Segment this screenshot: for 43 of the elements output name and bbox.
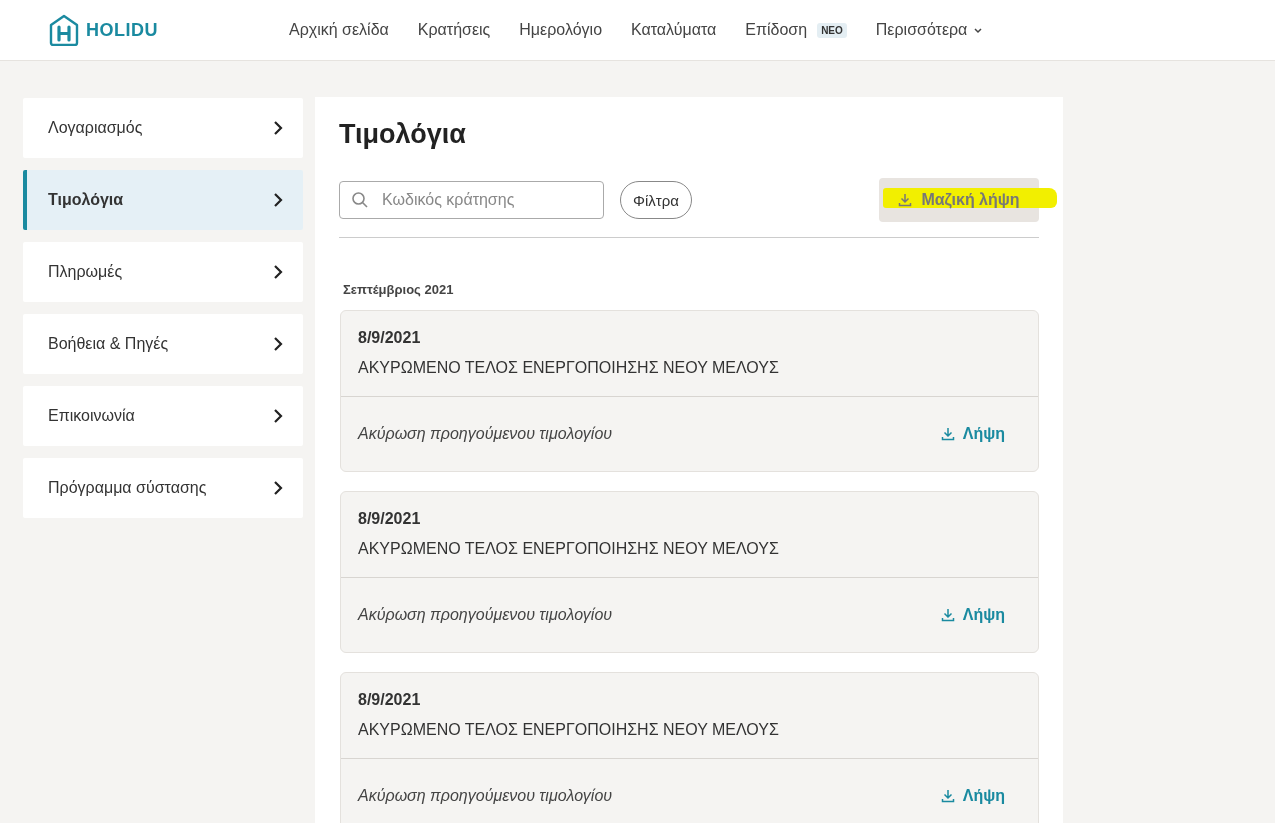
page-title: Τιμολόγια — [339, 119, 467, 150]
chevron-right-icon — [273, 192, 283, 208]
nav-link[interactable]: Ημερολόγιο — [519, 21, 603, 39]
invoice-note: Ακύρωση προηγούμενου τιμολογίου — [358, 606, 613, 624]
chevron-right-icon — [273, 336, 283, 352]
download-icon — [898, 193, 913, 207]
nav-link[interactable]: Καταλύματα — [631, 21, 717, 39]
brand-name[interactable]: HOLIDU — [86, 19, 158, 41]
download-icon — [940, 789, 955, 803]
sidebar-item[interactable]: Πληρωμές — [23, 242, 303, 302]
invoice-note: Ακύρωση προηγούμενου τιμολογίου — [358, 425, 613, 443]
new-badge: ΝΕΟ — [817, 22, 847, 38]
chevron-right-icon — [273, 480, 283, 496]
invoice-date: 8/9/2021 — [358, 329, 422, 347]
download-icon — [940, 427, 955, 441]
invoice-title: ΑΚΥΡΩΜΕΝΟ ΤΕΛΟΣ ΕΝΕΡΓΟΠΟΙΗΣΗΣ ΝΕΟΥ ΜΕΛΟΥΣ — [358, 721, 780, 739]
sidebar-item[interactable]: Επικοινωνία — [23, 386, 303, 446]
nav-link[interactable]: Αρχική σελίδα — [289, 21, 389, 39]
filter-button[interactable]: Φίλτρα — [620, 181, 692, 219]
invoice-date: 8/9/2021 — [358, 691, 422, 709]
bulk-download-button[interactable]: Μαζική λήψη — [879, 178, 1039, 222]
invoice-note: Ακύρωση προηγούμενου τιμολογίου — [358, 787, 613, 805]
download-icon — [940, 608, 955, 622]
nav-link[interactable]: Επίδοση ΝΕΟ — [745, 21, 847, 39]
sidebar-item[interactable]: Βοήθεια & Πηγές — [23, 314, 303, 374]
chevron-right-icon — [273, 264, 283, 280]
sidebar-item[interactable]: Τιμολόγια — [23, 170, 303, 230]
download-link[interactable]: Λήψη — [940, 787, 1005, 805]
month-heading: Σεπτέμβριος 2021 — [343, 282, 455, 297]
sidebar-item[interactable]: Πρόγραμμα σύστασης — [23, 458, 303, 518]
download-link[interactable]: Λήψη — [940, 425, 1005, 443]
nav-link[interactable]: Κρατήσεις — [417, 21, 491, 39]
search-icon — [351, 191, 369, 209]
nav-link[interactable]: Περισσότερα — [875, 21, 984, 39]
house-logo-icon[interactable] — [49, 14, 79, 46]
invoice-date: 8/9/2021 — [358, 510, 422, 528]
chevron-right-icon — [273, 120, 283, 136]
sidebar-item[interactable]: Λογαριασμός — [23, 98, 303, 158]
invoice-title: ΑΚΥΡΩΜΕΝΟ ΤΕΛΟΣ ΕΝΕΡΓΟΠΟΙΗΣΗΣ ΝΕΟΥ ΜΕΛΟΥΣ — [358, 359, 780, 377]
chevron-right-icon — [273, 408, 283, 424]
invoice-title: ΑΚΥΡΩΜΕΝΟ ΤΕΛΟΣ ΕΝΕΡΓΟΠΟΙΗΣΗΣ ΝΕΟΥ ΜΕΛΟΥΣ — [358, 540, 780, 558]
download-link[interactable]: Λήψη — [940, 606, 1005, 624]
search-field[interactable]: Κωδικός κράτησης — [339, 181, 604, 219]
